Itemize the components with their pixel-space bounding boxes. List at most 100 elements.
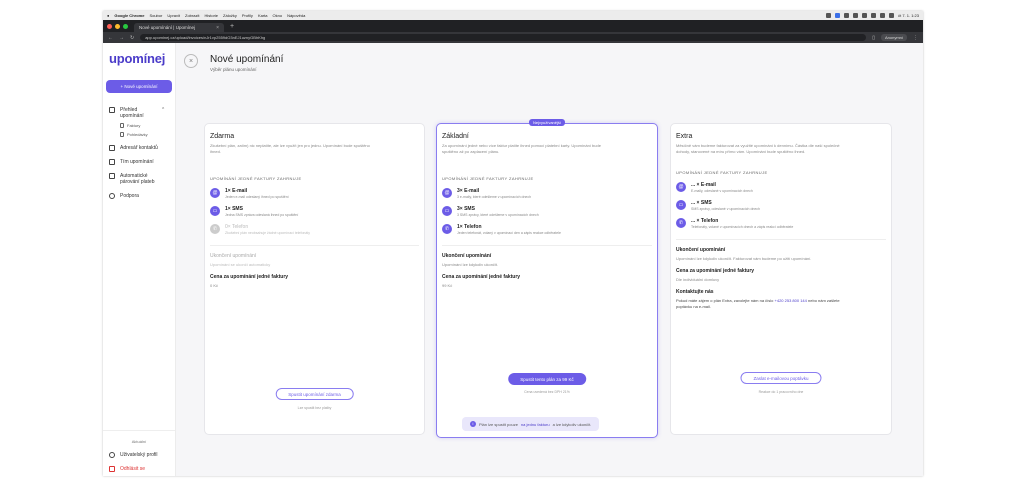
forward-icon[interactable]: → (119, 35, 124, 41)
grid-icon (109, 107, 115, 113)
sidebar-item-podpora[interactable]: Podpora (106, 193, 172, 199)
new-reminder-button[interactable]: + Nové upomínání (106, 80, 172, 93)
plan-description: Zkušební plán, zatím) nic neplatíte, ale… (210, 143, 370, 154)
sidebar-item-tim[interactable]: Tím upomínání (106, 159, 172, 165)
window-zoom-icon[interactable] (123, 23, 128, 29)
page-title: Nové upomínání (210, 54, 284, 65)
menu-napoveda[interactable]: Nápověda (287, 13, 305, 18)
plan-card-extra: Extra Měsíčně vám budeme fakturovat za v… (670, 123, 892, 435)
close-icon[interactable]: × (184, 54, 198, 68)
sidebar-item-label: Tím upomínání (120, 159, 154, 165)
feature-email: @ 3× E-mail 3 e-maily, které odešleme v … (442, 188, 652, 199)
app-shell: upomínej + Nové upomínání Přehled upomín… (103, 43, 923, 476)
screen-frame: ● Google Chrome Soubor Upravit Zobrazit … (103, 11, 923, 476)
menu-soubor[interactable]: Soubor (149, 13, 162, 18)
sidebar-subitem-label: Pohledávky (127, 132, 148, 137)
back-icon[interactable]: ← (108, 35, 113, 41)
menubar-status-area: čt 7. 1. 1:23 (826, 13, 919, 18)
feature-desc: 3 SMS zprávy, které odešleme v upomínací… (457, 213, 539, 217)
price-label: Cena za upomínání jedné faktury (442, 274, 521, 280)
menu-zalozky[interactable]: Záložky (223, 13, 237, 18)
browser-menu-icon[interactable]: ⋮ (913, 35, 918, 41)
status-icon[interactable] (826, 13, 832, 18)
feature-desc: Jeden e-mail odeslaný ihned po spuštění (225, 195, 289, 199)
start-basic-plan-button[interactable]: Spustit tento plán za 99 Kč (508, 373, 586, 385)
feature-desc: Zkušební plán neobsahuje žádné upomínací… (225, 231, 311, 235)
feature-title: 3× E-mail (457, 188, 480, 194)
feature-title: 1× Telefon (457, 224, 482, 230)
sidebar-footer: Aktuální Uživatelský profil Odhlásit se (103, 430, 175, 472)
email-icon: @ (210, 188, 220, 198)
incognito-profile-button[interactable]: Anonymní (880, 34, 907, 41)
new-tab-icon[interactable]: + (230, 23, 234, 30)
feature-title: 1× SMS (225, 206, 243, 212)
browser-tabbar: Nové upomínání | Upomínej × + (103, 20, 923, 32)
menu-okno[interactable]: Okno (273, 13, 283, 18)
menu-profily[interactable]: Profily (242, 13, 253, 18)
url-text: app.upominej.cz/upload/invoices/nJr1vp25… (145, 35, 266, 40)
fine-print: Reakce do 1 pracovního dne (758, 390, 804, 394)
address-bar[interactable]: app.upominej.cz/upload/invoices/nJr1vp25… (140, 34, 867, 41)
fine-print: Cena uvedená bez DPH 21% (524, 390, 570, 394)
phone-icon: ✆ (442, 224, 452, 234)
ukonceni-label: Ukončení upomínání (676, 247, 726, 253)
section-heading: UPOMÍNÁNÍ JEDNÉ FAKTURY ZAHRNUJE (676, 170, 768, 175)
sidebar-item-label: Adresář kontaktů (120, 145, 158, 151)
menu-historie[interactable]: Historie (204, 13, 218, 18)
document-icon (120, 132, 124, 137)
ukonceni-label: Ukončení upomínání (442, 253, 492, 259)
status-icon[interactable] (862, 13, 868, 18)
menubar-app-name[interactable]: Google Chrome (114, 13, 144, 18)
phone-icon: ✆ (676, 218, 686, 228)
sidebar-subitem-faktury[interactable]: Faktury (120, 123, 172, 128)
tab-close-icon[interactable]: × (216, 25, 219, 31)
sidebar: upomínej + Nové upomínání Přehled upomín… (103, 43, 176, 476)
start-free-button[interactable]: Spustit upomínání zdarma (275, 388, 354, 400)
sidebar-item-prehled[interactable]: Přehled upomínání ⌃ (106, 107, 172, 119)
sidepanel-icon[interactable]: ▯ (872, 35, 875, 41)
status-icon[interactable] (844, 13, 850, 18)
price-label: Cena za upomínání jedné faktury (676, 268, 755, 274)
menu-upravit[interactable]: Upravit (167, 13, 180, 18)
menu-zobrazit[interactable]: Zobrazit (185, 13, 199, 18)
sidebar-item-label: Automatické párování plateb (120, 173, 155, 185)
sidebar-item-label: Uživatelský profil (120, 452, 158, 458)
price-value: Dle individuální domluvy (676, 277, 720, 282)
logout-button[interactable]: Odhlásit se (106, 466, 172, 472)
reload-icon[interactable]: ↻ (130, 35, 134, 41)
feature-desc: E-maily, odeslané v upomínacích dnech (691, 189, 753, 193)
apple-icon[interactable]: ● (107, 13, 109, 18)
app-logo[interactable]: upomínej (106, 51, 172, 66)
sidebar-item-adresar[interactable]: Adresář kontaktů (106, 145, 172, 151)
price-value: 0 Kč (210, 283, 219, 288)
menu-karta[interactable]: Karta (258, 13, 268, 18)
status-icon[interactable] (853, 13, 859, 18)
info-link[interactable]: na jednu fakturu (521, 422, 550, 427)
window-close-icon[interactable] (107, 23, 112, 29)
contact-phone-link[interactable]: +420 253 800 144 (775, 298, 807, 303)
menubar-clock[interactable]: čt 7. 1. 1:23 (898, 13, 919, 18)
send-email-request-button[interactable]: Zaslat e-mailovou poptávku (740, 372, 822, 384)
feature-desc: SMS zprávy, odeslané v upomínacích dnech (691, 207, 761, 211)
sms-icon: ▭ (442, 206, 452, 216)
chevron-up-icon: ⌃ (161, 107, 166, 113)
sidebar-item-parovani[interactable]: Automatické párování plateb (106, 173, 172, 185)
feature-title: ... × E-mail (691, 182, 716, 188)
sidebar-item-profile[interactable]: Uživatelský profil (106, 452, 172, 458)
feature-title: 0× Telefon (225, 224, 249, 230)
plan-name: Extra (676, 133, 693, 140)
sidebar-item-label: Přehled upomínání (120, 107, 144, 119)
user-icon (109, 452, 115, 458)
battery-icon[interactable] (871, 13, 877, 18)
info-text-post: a lze kdykoliv ukončit. (552, 421, 592, 427)
feature-title: 3× SMS (457, 206, 475, 212)
status-icon[interactable] (835, 13, 841, 18)
search-icon[interactable] (889, 13, 895, 18)
contact-text-pre: Pokud máte zájem o plán Extra, zavolejte… (676, 298, 774, 303)
sidebar-subitem-pohledavky[interactable]: Pohledávky (120, 132, 172, 137)
wifi-icon[interactable] (880, 13, 886, 18)
browser-tab[interactable]: Nové upomínání | Upomínej × (134, 23, 224, 32)
feature-desc: Telefonáty, volané v upomínacích dnech a… (691, 225, 794, 229)
window-minimize-icon[interactable] (115, 23, 120, 29)
phone-icon: ✆ (210, 224, 220, 234)
